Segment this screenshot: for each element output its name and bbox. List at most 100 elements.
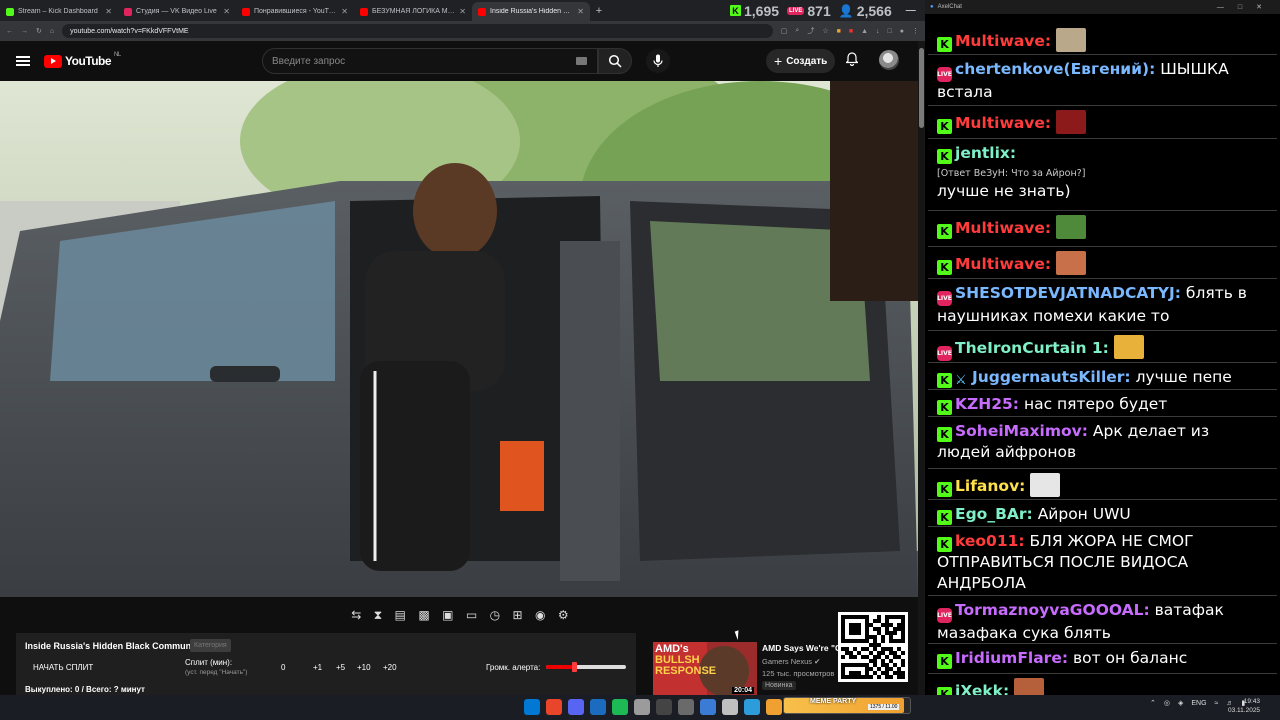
app-icon[interactable]	[700, 699, 716, 715]
mic-tray-icon[interactable]: ◎	[1164, 699, 1170, 707]
share-icon[interactable]: ⤴	[807, 26, 814, 36]
forward-icon[interactable]: →	[21, 28, 28, 35]
chat-username[interactable]: SHESOTDEVJATNADCATYJ:	[955, 284, 1181, 302]
minimize-icon[interactable]: —	[906, 5, 916, 16]
wifi-icon[interactable]: ≈	[1215, 700, 1219, 707]
chat-username[interactable]: Multiwave:	[955, 255, 1051, 273]
extension-icon[interactable]: ■	[837, 28, 841, 35]
profile-icon[interactable]: ●	[900, 28, 904, 35]
split-plus-5-button[interactable]: +5	[336, 663, 345, 672]
browser-tab[interactable]: Понравившиеся - YouTube ✕	[236, 2, 354, 21]
category-badge[interactable]: Категория	[190, 639, 231, 652]
alert-volume-knob[interactable]	[572, 662, 577, 672]
search-input[interactable]: Введите запрос	[262, 48, 598, 74]
chat-username[interactable]: jentlix:	[955, 144, 1016, 162]
extension-icon[interactable]: ▲	[861, 28, 868, 35]
home-icon[interactable]: ⌂	[50, 28, 54, 35]
menu-icon[interactable]	[16, 56, 30, 66]
back-icon[interactable]: ←	[6, 28, 13, 35]
obs-icon[interactable]	[656, 699, 672, 715]
create-button[interactable]: + Создать	[766, 49, 836, 73]
speed-icon[interactable]: ◷	[490, 608, 500, 622]
split-plus-20-button[interactable]: +20	[383, 663, 397, 672]
add-icon[interactable]: ⊞	[513, 608, 523, 622]
app-icon[interactable]	[722, 699, 738, 715]
gear-icon[interactable]: ⚙	[558, 608, 569, 622]
screen-settings-icon[interactable]: ▤	[395, 608, 406, 622]
menu-dots-icon[interactable]: ⋮	[912, 27, 919, 35]
steam-icon[interactable]	[590, 699, 606, 715]
browser-tab[interactable]: Stream – Kick Dashboard ✕	[0, 2, 118, 21]
kick-icon: K	[937, 654, 952, 669]
telegram-icon[interactable]	[744, 699, 760, 715]
new-tab-button[interactable]: +	[590, 5, 608, 17]
chat-username[interactable]: SoheiMaximov:	[955, 422, 1088, 440]
recommended-channel[interactable]: Gamers Nexus ✔	[762, 657, 820, 666]
recommended-title[interactable]: AMD Says We're "Co	[762, 643, 846, 653]
recommended-thumbnail[interactable]: AMD's BULLSH RESPONSE 20:04	[653, 642, 757, 696]
tab-close-icon[interactable]: ✕	[105, 7, 112, 16]
notifications-bell-icon[interactable]	[845, 52, 859, 69]
app-icon[interactable]	[678, 699, 694, 715]
tab-close-icon[interactable]: ✕	[341, 7, 348, 16]
extension-icon[interactable]: ■	[849, 28, 853, 35]
split-plus-1-button[interactable]: +1	[313, 663, 322, 672]
picture-in-picture-icon[interactable]: ▣	[442, 608, 453, 622]
chat-username[interactable]: TormaznoyvaGOOOAL:	[955, 601, 1150, 619]
chat-username[interactable]: Multiwave:	[955, 32, 1051, 50]
video-player[interactable]	[0, 81, 918, 597]
language-indicator[interactable]: ENG	[1191, 700, 1206, 707]
chat-username[interactable]: Multiwave:	[955, 114, 1051, 132]
tab-close-icon[interactable]: ✕	[459, 7, 466, 16]
chat-username[interactable]: JuggernautsKiller:	[972, 368, 1131, 386]
chat-username[interactable]: IridiumFlare:	[955, 649, 1068, 667]
discord-icon[interactable]	[568, 699, 584, 715]
browser-tab[interactable]: БЕЗУМНАЯ ЛОГИКА МИРА КАРОЧЕ ✕	[354, 2, 472, 21]
alert-volume-slider[interactable]	[546, 662, 626, 672]
verified-icon: ✔	[814, 657, 821, 666]
install-icon[interactable]: ▢	[781, 27, 788, 35]
zoom-icon[interactable]: ⌕	[795, 27, 799, 35]
window-controls[interactable]: —□✕	[1217, 3, 1280, 11]
tab-close-icon[interactable]: ✕	[223, 7, 230, 16]
url-field[interactable]: youtube.com/watch?v=FKkdVFFVtME	[62, 24, 773, 38]
network-icon[interactable]: ◈	[1178, 699, 1183, 707]
github-icon[interactable]	[634, 699, 650, 715]
page-scrollbar-thumb[interactable]	[919, 48, 924, 128]
camera-icon[interactable]: ◉	[535, 608, 545, 622]
downloads-icon[interactable]: ↓	[876, 28, 880, 35]
tab-close-icon[interactable]: ✕	[577, 7, 584, 16]
spotify-icon[interactable]	[612, 699, 628, 715]
split-plus-10-button[interactable]: +10	[357, 663, 371, 672]
chat-username[interactable]: KZH25:	[955, 395, 1019, 413]
chat-username[interactable]: Ego_BAr:	[955, 505, 1033, 523]
theater-icon[interactable]: ▭	[466, 608, 477, 622]
chat-username[interactable]: chertenkove(Евгений):	[955, 60, 1155, 78]
chat-username[interactable]: Lifanov:	[955, 477, 1025, 495]
chat-username[interactable]: keo011:	[955, 532, 1025, 550]
chevron-up-icon[interactable]: ⌃	[1150, 699, 1156, 707]
windows-start-icon[interactable]	[524, 699, 540, 715]
keyboard-icon[interactable]	[576, 57, 587, 65]
avatar[interactable]	[879, 50, 899, 70]
browser-tab[interactable]: Inside Russia's Hidden Black ✕	[472, 2, 590, 21]
clock[interactable]: 19:43 03.11.2025	[1228, 697, 1260, 715]
page-scrollbar[interactable]	[918, 41, 925, 695]
meme-party-widget[interactable]: MEME PARTY 1375 / 11.00	[783, 697, 911, 714]
reload-icon[interactable]: ↻	[36, 27, 42, 35]
start-split-button[interactable]: НАЧАТЬ СПЛИТ	[33, 663, 93, 672]
chat-divider	[928, 246, 1277, 247]
chat-username[interactable]: Multiwave:	[955, 219, 1051, 237]
clapper-icon[interactable]: ▩	[418, 608, 429, 622]
bookmark-star-icon[interactable]: ☆	[822, 27, 828, 35]
browser-tab[interactable]: Студия — VK Видео Live ✕	[118, 2, 236, 21]
folder-icon[interactable]	[766, 699, 782, 715]
broadcast-icon[interactable]: ⧗	[374, 608, 382, 623]
chrome-icon[interactable]	[546, 699, 562, 715]
youtube-logo[interactable]: YouTube NL	[44, 52, 121, 68]
search-button[interactable]	[598, 48, 632, 74]
chat-username[interactable]: TheIronCurtain 1:	[955, 339, 1109, 357]
loop-icon[interactable]: ⇆	[351, 608, 361, 622]
tab-groups-icon[interactable]: □	[888, 28, 892, 35]
mic-icon[interactable]	[646, 49, 670, 73]
